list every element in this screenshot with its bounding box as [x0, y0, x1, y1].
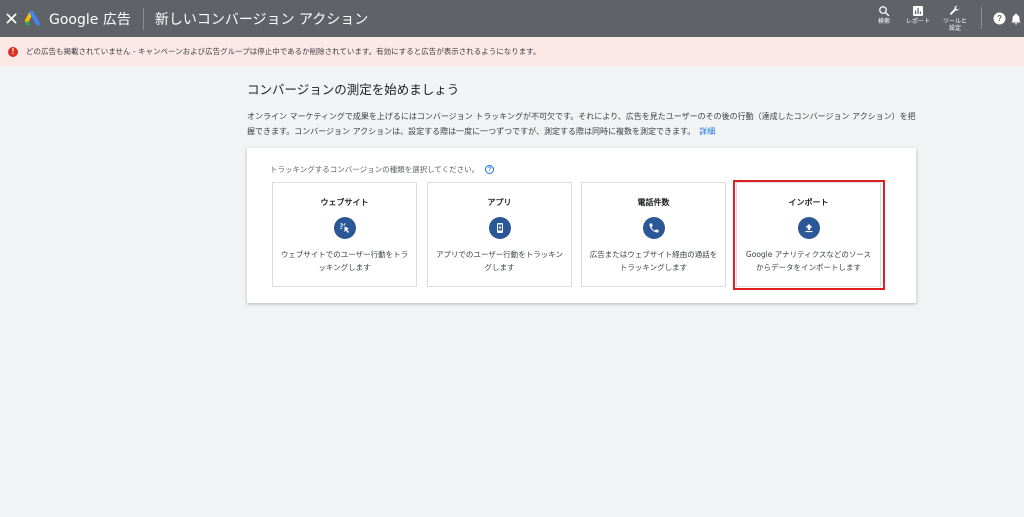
error-banner: ! どの広告も掲載されていません - キャンペーンおよび広告グループは停止中であ…	[0, 37, 1024, 66]
option-description: アプリでのユーザー行動をトラッキングします	[435, 250, 564, 272]
page-heading: コンバージョンの測定を始めましょう	[247, 82, 460, 97]
header-divider	[142, 7, 144, 30]
option-description: 広告またはウェブサイト経由の通話をトラッキングします	[589, 250, 718, 272]
logo-text: Google 広告	[49, 11, 131, 28]
actions-divider	[981, 7, 982, 29]
tools-label: ツールと設定	[942, 18, 967, 32]
phone-app-icon	[488, 217, 511, 239]
help-circle-icon[interactable]: ?	[485, 165, 495, 174]
svg-text:?: ?	[997, 14, 1002, 23]
top-bar: Google 広告 新しいコンバージョン アクション 検索 レポート ツールと設…	[0, 0, 1024, 37]
reports-icon	[913, 6, 923, 16]
option-import[interactable]: インポート Google アナリティクスなどのソースからデータをインポートします	[736, 182, 881, 287]
search-label: 検索	[877, 18, 890, 25]
details-link[interactable]: 詳細	[699, 127, 715, 136]
search-icon	[879, 6, 890, 17]
page-title: 新しいコンバージョン アクション	[154, 11, 369, 28]
option-title: インポート	[788, 198, 829, 207]
notifications-button[interactable]	[1010, 0, 1024, 37]
conversion-type-card: トラッキングするコンバージョンの種類を選択してください。 ? ウェブサイト ウェ…	[247, 148, 916, 303]
search-button[interactable]: 検索	[867, 0, 901, 37]
wrench-icon	[950, 5, 960, 15]
option-phone-calls[interactable]: 電話件数 広告またはウェブサイト経由の通話をトラッキングします	[581, 182, 726, 287]
close-icon[interactable]	[0, 0, 22, 37]
google-ads-logo[interactable]: Google 広告	[25, 0, 131, 37]
description: オンライン マーケティングで成果を上げるにはコンバージョン トラッキングが不可欠…	[247, 109, 917, 139]
main-content: コンバージョンの測定を始めましょう オンライン マーケティングで成果を上げるには…	[247, 80, 917, 139]
reports-label: レポート	[905, 18, 930, 25]
upload-icon	[797, 217, 820, 239]
option-description: ウェブサイトでのユーザー行動をトラッキングします	[280, 250, 409, 272]
option-description: Google アナリティクスなどのソースからデータをインポートします	[745, 250, 872, 272]
bell-icon	[1011, 13, 1021, 25]
google-ads-logo-icon	[25, 10, 40, 26]
cursor-click-icon	[333, 217, 356, 239]
description-text: オンライン マーケティングで成果を上げるにはコンバージョン トラッキングが不可欠…	[247, 112, 916, 136]
banner-message: どの広告も掲載されていません - キャンペーンおよび広告グループは停止中であるか…	[26, 47, 541, 56]
error-icon: !	[8, 46, 18, 57]
card-label-text: トラッキングするコンバージョンの種類を選択してください。	[270, 165, 480, 174]
card-label: トラッキングするコンバージョンの種類を選択してください。 ?	[270, 164, 495, 175]
help-button[interactable]: ?	[988, 0, 1010, 37]
top-actions: 検索 レポート ツールと設定 ?	[867, 0, 1024, 37]
reports-button[interactable]: レポート	[901, 0, 935, 37]
option-title: 電話件数	[637, 198, 670, 207]
option-website[interactable]: ウェブサイト ウェブサイトでのユーザー行動をトラッキングします	[272, 182, 417, 287]
option-title: アプリ	[487, 198, 512, 207]
option-app[interactable]: アプリ アプリでのユーザー行動をトラッキングします	[427, 182, 572, 287]
option-title: ウェブサイト	[320, 198, 369, 207]
phone-call-icon	[642, 217, 665, 239]
tools-button[interactable]: ツールと設定	[935, 0, 975, 37]
help-icon: ?	[993, 12, 1005, 25]
